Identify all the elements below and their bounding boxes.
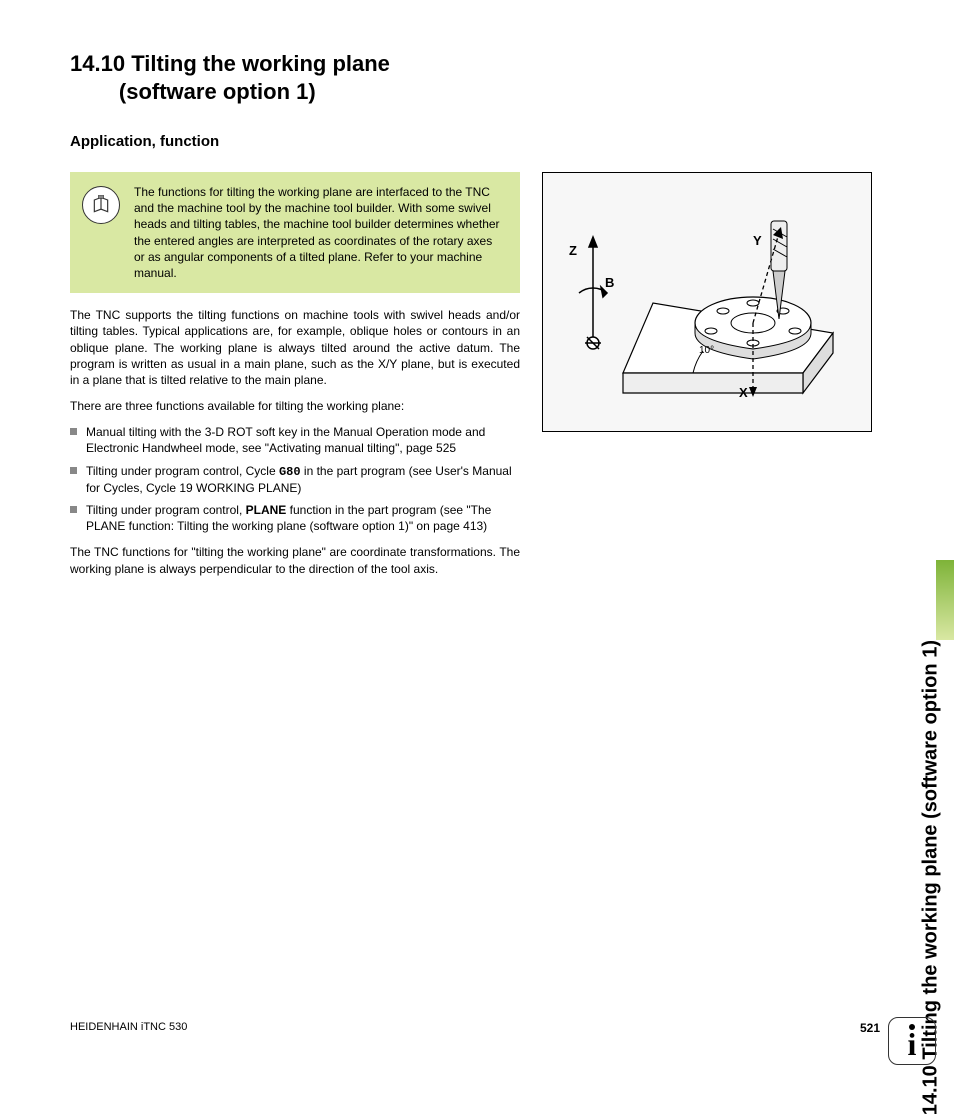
subsection-title: Application, function — [70, 133, 880, 150]
axis-label-x: X — [739, 385, 748, 400]
page-number: 521 — [860, 1021, 880, 1035]
page-content: 14.10 Tilting the working plane (softwar… — [0, 0, 880, 587]
bold-text: PLANE — [246, 503, 287, 517]
function-list: Manual tilting with the 3-D ROT soft key… — [70, 424, 520, 534]
two-column-layout: The functions for tilting the working pl… — [70, 172, 880, 587]
machine-manual-icon — [82, 186, 120, 224]
note-text: The functions for tilting the working pl… — [134, 184, 506, 281]
note-box: The functions for tilting the working pl… — [70, 172, 520, 293]
left-column: The functions for tilting the working pl… — [70, 172, 520, 587]
paragraph-2: There are three functions available for … — [70, 398, 520, 414]
diagram-svg — [543, 173, 873, 433]
paragraph-1: The TNC supports the tilting functions o… — [70, 307, 520, 388]
side-tab-color — [936, 560, 954, 640]
list-item-text: Tilting under program control, Cycle — [86, 464, 279, 478]
info-glyph: i — [908, 1026, 917, 1063]
footer-left: HEIDENHAIN iTNC 530 — [70, 1021, 187, 1035]
list-item: Tilting under program control, Cycle G80… — [70, 463, 520, 496]
paragraph-3: The TNC functions for "tilting the worki… — [70, 544, 520, 576]
right-column: Z B Y X 10° — [542, 172, 872, 432]
tilting-diagram: Z B Y X 10° — [542, 172, 872, 432]
info-dot — [909, 1024, 915, 1030]
info-badge: i — [888, 1017, 936, 1065]
section-number: 14.10 — [70, 51, 125, 76]
title-line-1: Tilting the working plane — [131, 51, 390, 76]
axis-label-z: Z — [569, 243, 577, 258]
axis-label-y: Y — [753, 233, 762, 248]
code-text: G80 — [279, 465, 301, 479]
list-item: Tilting under program control, PLANE fun… — [70, 502, 520, 534]
page-footer: HEIDENHAIN iTNC 530 521 — [70, 1021, 880, 1035]
list-item-text: Manual tilting with the 3-D ROT soft key… — [86, 425, 485, 455]
side-tab: 14.10 Tilting the working plane (softwar… — [914, 40, 954, 640]
book-icon — [91, 195, 111, 215]
list-item: Manual tilting with the 3-D ROT soft key… — [70, 424, 520, 456]
section-title: 14.10 Tilting the working plane (softwar… — [70, 50, 880, 105]
angle-label: 10° — [699, 345, 714, 356]
title-line-2: (software option 1) — [119, 79, 316, 104]
list-item-text: Tilting under program control, — [86, 503, 246, 517]
axis-label-b: B — [605, 275, 614, 290]
